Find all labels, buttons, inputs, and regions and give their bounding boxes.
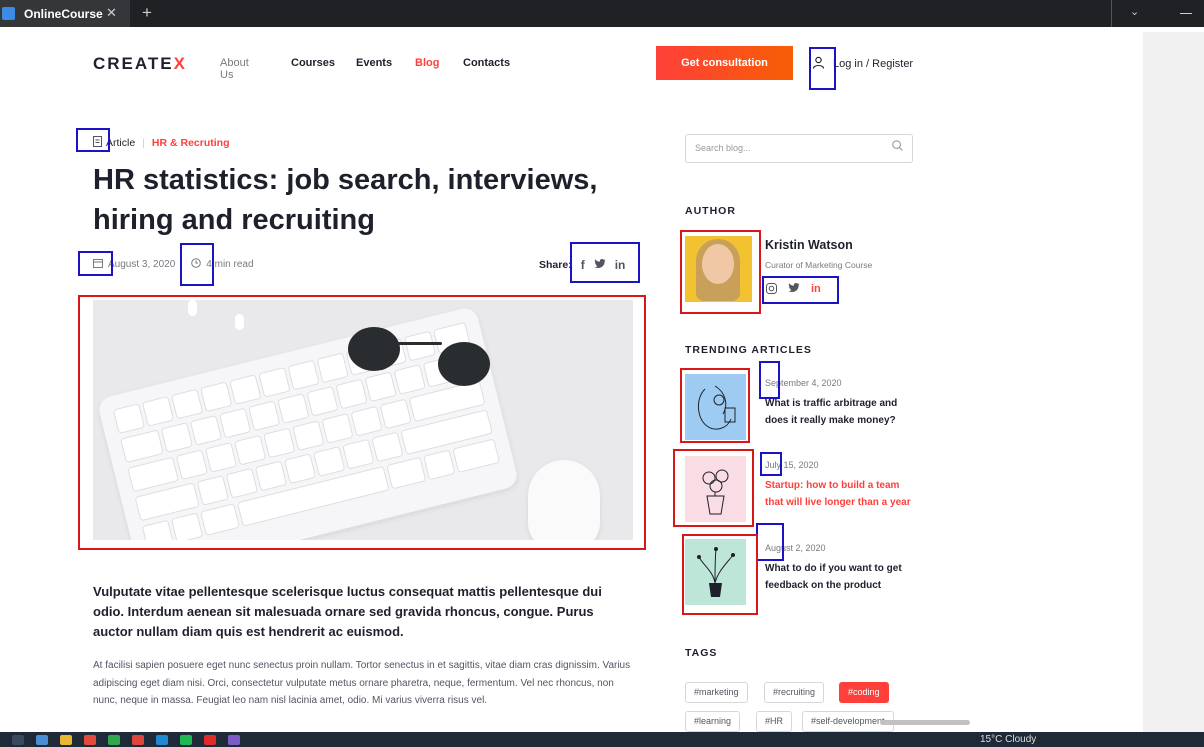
horizontal-scrollbar[interactable] [880,720,970,725]
login-register-link[interactable]: Log in / Register [812,56,913,72]
article-type-label: Article [106,137,136,149]
article-hero-image [93,300,633,540]
trending-heading: TRENDING ARTICLES [685,344,812,356]
tab-list-chevron-icon[interactable]: ⌄ [1130,5,1139,18]
share-bar: Share: f in [539,258,625,272]
search-placeholder: Search blog... [695,143,751,153]
article-body: At facilisi sapien posuere eget nunc sen… [93,660,631,706]
nav-about-us[interactable]: About Us [220,57,249,81]
code-editor-icon[interactable] [156,734,168,745]
vertical-scrollbar-track[interactable] [1143,32,1204,732]
trending-item[interactable]: July 15, 2020 Startup: how to build a te… [685,456,915,526]
tag-learning[interactable]: #learning [685,711,741,732]
nav-courses[interactable]: Courses [291,57,335,69]
trending-title[interactable]: What to do if you want to get feedback o… [765,560,915,594]
chat-icon[interactable] [228,734,240,745]
sunglasses-bridge [398,342,442,345]
trending-date: July 15, 2020 [765,460,819,470]
video-icon[interactable] [204,734,216,745]
nav-contacts[interactable]: Contacts [463,57,510,69]
app-icon[interactable] [36,734,48,745]
linkedin-icon[interactable]: in [615,258,626,272]
start-icon[interactable] [12,734,24,745]
login-label: Log in / Register [833,58,914,70]
os-taskbar: 15°C Cloudy [0,732,1204,747]
tag-marketing[interactable]: #marketing [685,682,748,703]
facebook-icon[interactable]: f [581,258,585,272]
earbud-left [188,300,197,316]
read-time: 4 min read [206,259,254,270]
nav-events[interactable]: Events [356,57,392,69]
trending-title[interactable]: Startup: how to build a team that will l… [765,477,915,511]
trending-item[interactable]: August 2, 2020 What to do if you want to… [685,539,915,609]
article-date: August 3, 2020 [108,259,176,270]
author-avatar [685,236,752,302]
calendar-icon [93,258,103,271]
new-tab-button[interactable]: + [142,3,152,23]
favicon-icon [2,7,15,20]
site-logo[interactable]: CREATEX [93,54,187,74]
search-input[interactable]: Search blog... [685,134,913,163]
author-heading: AUTHOR [685,205,736,217]
instagram-icon[interactable] [766,283,777,297]
article-breadcrumb: Article | HR & Recruting [93,136,230,150]
close-tab-icon[interactable]: ✕ [106,5,117,21]
article-type-icon [93,136,102,150]
trending-title[interactable]: What is traffic arbitrage and does it re… [765,395,915,429]
nav-blog[interactable]: Blog [415,57,439,69]
folder-icon[interactable] [60,734,72,745]
article-lead: Vulputate vitae pellentesque scelerisque… [93,584,602,639]
trending-item[interactable]: September 4, 2020 What is traffic arbitr… [685,374,915,444]
get-consultation-button[interactable]: Get consultation [656,46,793,80]
tags-heading: TAGS [685,647,718,659]
logo-text: CREATE [93,54,174,73]
twitter-icon[interactable] [788,283,800,297]
music-icon[interactable] [180,734,192,745]
app-icon[interactable] [108,734,120,745]
sunglasses-lens-right [438,342,490,386]
share-label: Share: [539,259,572,271]
tab-divider [1111,0,1112,27]
browser-icon[interactable] [132,734,144,745]
keyboard-illustration [96,305,520,540]
breadcrumb-divider: | [142,137,145,149]
clock-icon [191,258,202,271]
author-social-links: in [766,283,821,297]
weather-status: 15°C Cloudy [980,734,1037,745]
mouse-illustration [528,460,600,540]
linkedin-icon[interactable]: in [811,283,821,297]
tag-hr[interactable]: #HR [756,711,793,732]
article-meta: August 3, 2020 4 min read [93,258,254,271]
user-icon [812,56,828,72]
minimize-icon[interactable] [1180,13,1192,14]
web-page: CREATEX About Us Courses Events Blog Con… [0,32,1143,732]
trending-date: September 4, 2020 [765,378,842,388]
tag-recruiting[interactable]: #recruiting [764,682,825,703]
trending-thumbnail [685,374,746,440]
browser-tab[interactable]: OnlineCourse ✕ [0,0,130,27]
article-title: HR statistics: job search, interviews, h… [93,164,598,236]
twitter-icon[interactable] [594,258,606,272]
app-icon[interactable] [84,734,96,745]
browser-tab-strip: OnlineCourse ✕ + ⌄ [0,0,1204,27]
trending-thumbnail [685,456,746,522]
tab-title: OnlineCourse [24,6,103,21]
tag-coding[interactable]: #coding [839,682,889,703]
article-category-link[interactable]: HR & Recruting [152,137,230,149]
sunglasses-lens-left [348,327,400,371]
search-icon[interactable] [892,135,903,162]
author-name: Kristin Watson [765,238,853,252]
trending-thumbnail [685,539,746,605]
trending-date: August 2, 2020 [765,543,826,553]
earbud-right [235,314,244,330]
logo-mark: X [173,54,187,73]
author-role: Curator of Marketing Course [765,260,873,270]
